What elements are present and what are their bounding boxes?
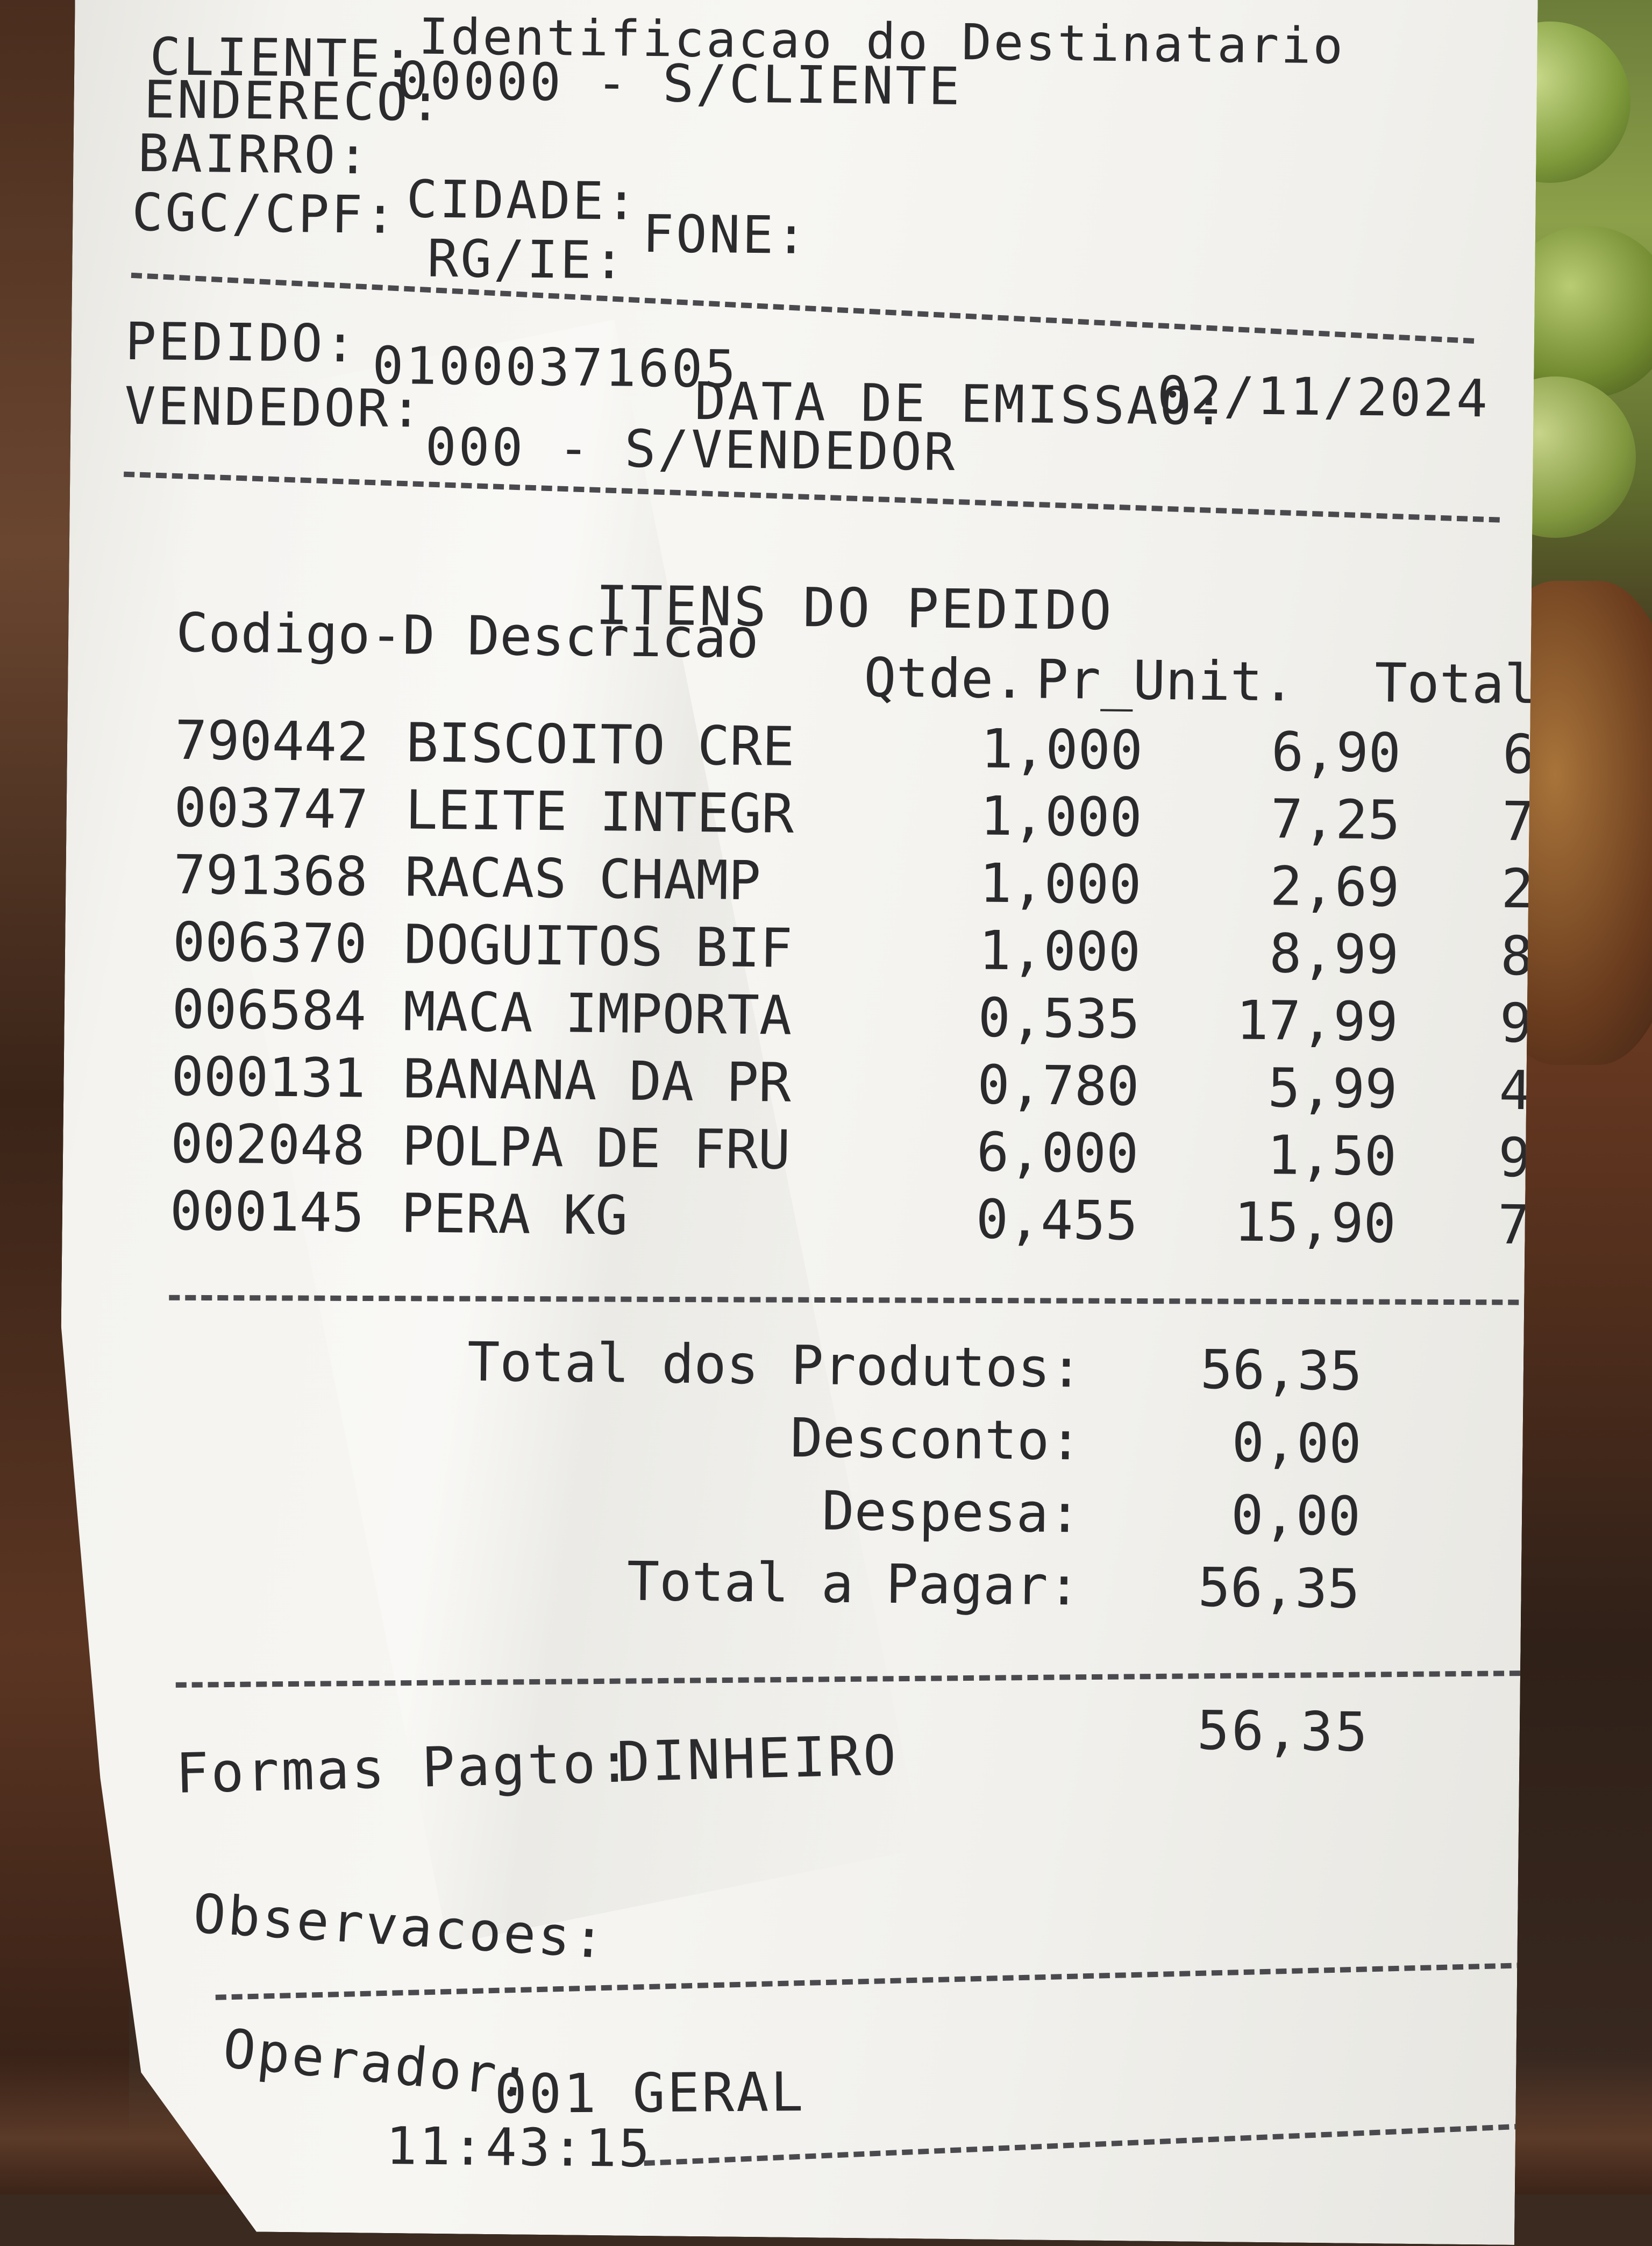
pedido-label: PEDIDO:: [125, 311, 359, 374]
item-code: 790442: [174, 708, 369, 774]
item-unit-price: 5,99: [1268, 1056, 1398, 1121]
item-description: DOGUITOS BIF: [403, 913, 793, 980]
item-quantity: 1,000: [980, 784, 1143, 849]
discount-value: 0,00: [1231, 1411, 1362, 1475]
item-description: PERA KG: [401, 1182, 628, 1247]
discount-row: Desconto: 0,00: [447, 1403, 1362, 1472]
cliente-value: 00000 - S/CLIENTE: [396, 51, 963, 117]
item-code: 002048: [170, 1112, 366, 1177]
items-table-header: Codigo-D Descricao Qtde. Pr_Unit. Total: [176, 601, 1575, 680]
divider-line: [644, 2121, 1590, 2166]
item-unit-price: 1,50: [1266, 1124, 1397, 1188]
pedido-number: 01000371605: [372, 335, 738, 400]
total-to-pay-value: 56,35: [1198, 1555, 1361, 1620]
column-header-unit: Pr_Unit.: [1035, 648, 1295, 714]
item-unit-price: 7,25: [1270, 787, 1401, 852]
item-description: LEITE INTEGR: [405, 778, 794, 845]
table-row: 791368 RACAS CHAMP 1,000 2,69 2,69: [173, 843, 1572, 917]
item-description: BANANA DA PR: [402, 1047, 792, 1114]
total-to-pay-label: Total a Pagar:: [626, 1550, 1081, 1618]
table-row: 006584 MACA IMPORTA 0,535 17,99 9,62: [172, 978, 1570, 1051]
expense-row: Despesa: 0,00: [446, 1475, 1361, 1544]
expense-label: Despesa:: [821, 1479, 1081, 1545]
item-quantity: 6,000: [976, 1120, 1139, 1185]
bairro-label: BAIRRO:: [137, 123, 371, 186]
item-description: POLPA DE FRU: [401, 1114, 791, 1182]
table-row: 790442 BISCOITO CRE 1,000 6,90 6,90: [175, 709, 1573, 783]
item-quantity: 0,535: [978, 986, 1141, 1051]
item-unit-price: 6,90: [1271, 720, 1401, 785]
cidade-label: CIDADE:: [406, 169, 639, 232]
payment-method: DINHEIRO: [616, 1723, 899, 1795]
item-code: 003747: [174, 776, 369, 841]
column-header-total: Total: [1374, 651, 1537, 716]
fone-label: FONE:: [642, 203, 809, 266]
discount-label: Desconto:: [790, 1406, 1083, 1473]
cgc-cpf-label: CGC/CPF:: [131, 182, 398, 246]
item-quantity: 0,455: [975, 1188, 1138, 1253]
rg-ie-label: RG/IE:: [426, 228, 627, 291]
operator-value: 001 GERAL: [494, 2060, 806, 2126]
observations-label: Observacoes:: [191, 1882, 609, 1971]
data-emissao-value: 02/11/2024: [1157, 365, 1490, 429]
item-description: MACA IMPORTA: [403, 980, 792, 1047]
item-code: 000145: [169, 1179, 365, 1245]
operator-label: Operador:: [220, 2016, 536, 2110]
item-code: 006584: [172, 977, 367, 1043]
divider-line: [169, 1295, 1535, 1305]
expense-value: 0,00: [1230, 1483, 1361, 1548]
item-unit-price: 2,69: [1269, 855, 1400, 919]
item-quantity: 0,780: [977, 1053, 1140, 1118]
total-products-value: 56,35: [1200, 1338, 1363, 1403]
item-description: RACAS CHAMP: [404, 845, 761, 913]
item-quantity: 1,000: [979, 851, 1142, 916]
total-products-label: Total dos Produtos:: [467, 1330, 1083, 1400]
table-row: 002048 POLPA DE FRU 6,000 1,50 9,00: [170, 1112, 1569, 1186]
column-header-qtde: Qtde.: [863, 646, 1027, 711]
divider-line: [176, 1671, 1553, 1688]
divider-line: [216, 1961, 1592, 2000]
payment-label: Formas Pagto:: [175, 1731, 634, 1806]
item-code: 006370: [172, 910, 368, 976]
item-code: 791368: [173, 843, 368, 908]
item-code: 000131: [170, 1044, 366, 1110]
receipt-paper: Identificacao do Destinatario CLIENTE: 0…: [52, 0, 1538, 2245]
table-row: 003747 LEITE INTEGR 1,000 7,25 7,25: [174, 776, 1572, 850]
vendedor-label: VENDEDOR:: [124, 375, 424, 439]
payment-amount: 56,35: [1197, 1698, 1370, 1764]
vendedor-value: 000 - S/VENDEDOR: [425, 416, 958, 482]
table-row: 006370 DOGUITOS BIF 1,000 8,99 8,99: [173, 911, 1571, 984]
total-to-pay-row: Total a Pagar: 56,35: [445, 1548, 1360, 1617]
item-description: BISCOITO CRE: [405, 711, 795, 778]
item-unit-price: 8,99: [1269, 922, 1399, 986]
item-unit-price: 17,99: [1236, 989, 1399, 1054]
time-value: 11:43:15: [386, 2116, 652, 2179]
table-row: 000145 PERA KG 0,455 15,90 7,23: [169, 1179, 1568, 1253]
table-row: 000131 BANANA DA PR 0,780 5,99 4,67: [171, 1045, 1570, 1119]
endereco-label: ENDERECO:: [143, 69, 444, 133]
item-unit-price: 15,90: [1234, 1190, 1397, 1255]
item-quantity: 1,000: [978, 919, 1141, 984]
item-quantity: 1,000: [980, 717, 1143, 782]
total-products-row: Total dos Produtos: 56,35: [447, 1330, 1362, 1399]
column-header-code-desc: Codigo-D Descricao: [175, 601, 759, 671]
